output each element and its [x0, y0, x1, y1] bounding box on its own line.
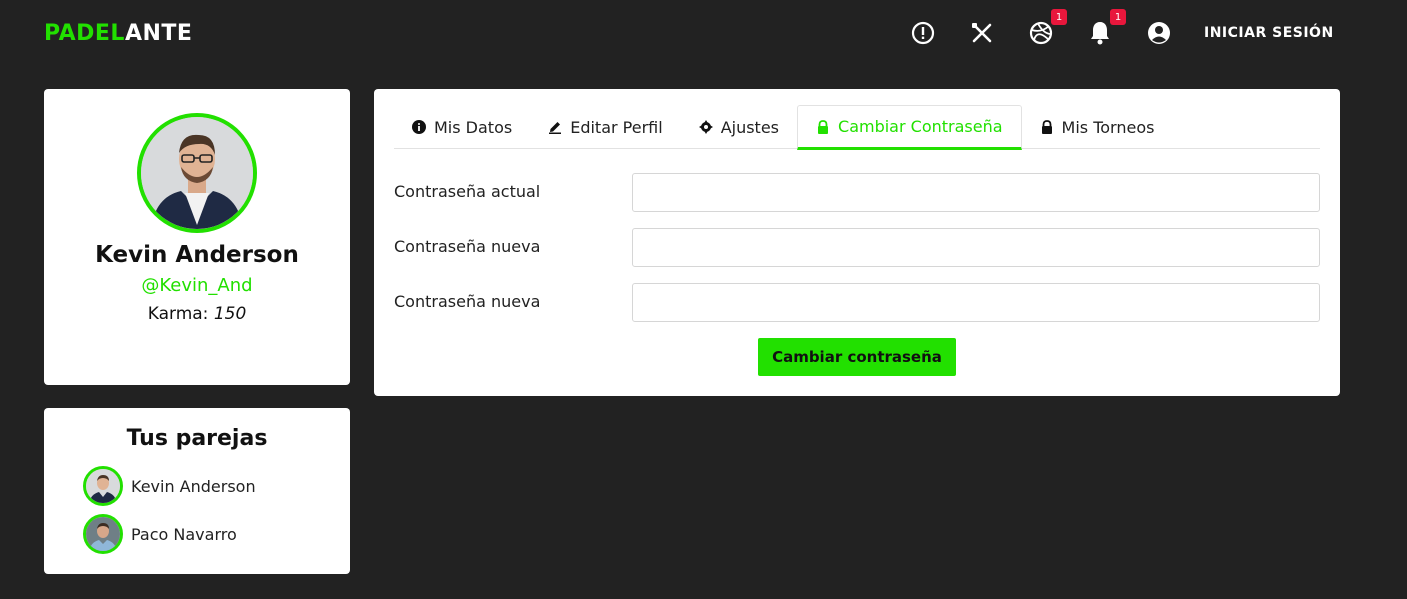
change-password-button[interactable]: Cambiar contraseña [758, 338, 956, 376]
gear-icon [698, 120, 713, 134]
karma-label: Karma: [147, 304, 214, 324]
logo[interactable]: PADELANTE [44, 21, 192, 46]
alert-icon[interactable] [910, 20, 936, 46]
pair-item[interactable]: Paco Navarro [83, 514, 237, 554]
current-password-label: Contraseña actual [394, 182, 541, 201]
profile-avatar [137, 113, 257, 233]
tournaments-icon[interactable]: 1 [1028, 9, 1067, 46]
tab-cambiar-contrasena[interactable]: Cambiar Contraseña [797, 105, 1022, 150]
pencil-icon [549, 122, 562, 134]
confirm-password-label: Contraseña nueva [394, 292, 541, 311]
tab-label: Cambiar Contraseña [838, 117, 1003, 136]
tools-icon[interactable] [969, 20, 995, 46]
confirm-password-input[interactable] [632, 283, 1320, 322]
tournaments-badge: 1 [1051, 9, 1067, 25]
logo-part-padel: PADEL [44, 21, 125, 46]
profile-card: Kevin Anderson @Kevin_And Karma: 150 [44, 89, 350, 385]
tab-label: Mis Torneos [1061, 117, 1155, 137]
info-icon [412, 120, 426, 134]
lock-icon [1041, 120, 1052, 134]
bell-icon[interactable]: 1 [1087, 9, 1126, 46]
tab-ajustes[interactable]: Ajustes [681, 105, 797, 149]
karma-value: 150 [213, 304, 247, 324]
user-circle-icon[interactable] [1146, 20, 1172, 46]
tab-mis-torneos[interactable]: Mis Torneos [1022, 105, 1173, 149]
logo-part-ante: ANTE [124, 21, 193, 46]
notifications-badge: 1 [1110, 9, 1126, 25]
pair-avatar [83, 514, 123, 554]
pair-name: Paco Navarro [131, 524, 237, 544]
profile-karma: Karma: 150 [44, 304, 350, 324]
login-link[interactable]: INICIAR SESIÓN [1204, 25, 1334, 41]
lock-icon [818, 119, 829, 134]
pair-name: Kevin Anderson [131, 476, 256, 496]
settings-card: Mis Datos Editar Perfil Ajustes Cambiar … [374, 89, 1340, 396]
profile-handle: @Kevin_And [141, 275, 253, 296]
new-password-label: Contraseña nueva [394, 237, 541, 256]
tab-mis-datos[interactable]: Mis Datos [394, 105, 530, 149]
tab-label: Editar Perfil [570, 117, 663, 137]
pairs-card: Tus parejas Kevin Anderson Paco Navarro [44, 408, 350, 574]
pairs-title: Tus parejas [126, 426, 268, 451]
new-password-input[interactable] [632, 228, 1320, 267]
tab-editar-perfil[interactable]: Editar Perfil [530, 105, 680, 149]
profile-name: Kevin Anderson [95, 242, 299, 268]
pair-item[interactable]: Kevin Anderson [83, 466, 256, 506]
tab-bar: Mis Datos Editar Perfil Ajustes Cambiar … [394, 105, 1320, 150]
tab-label: Ajustes [720, 117, 780, 137]
tab-label: Mis Datos [434, 117, 513, 137]
current-password-input[interactable] [632, 173, 1320, 212]
pair-avatar [83, 466, 123, 506]
